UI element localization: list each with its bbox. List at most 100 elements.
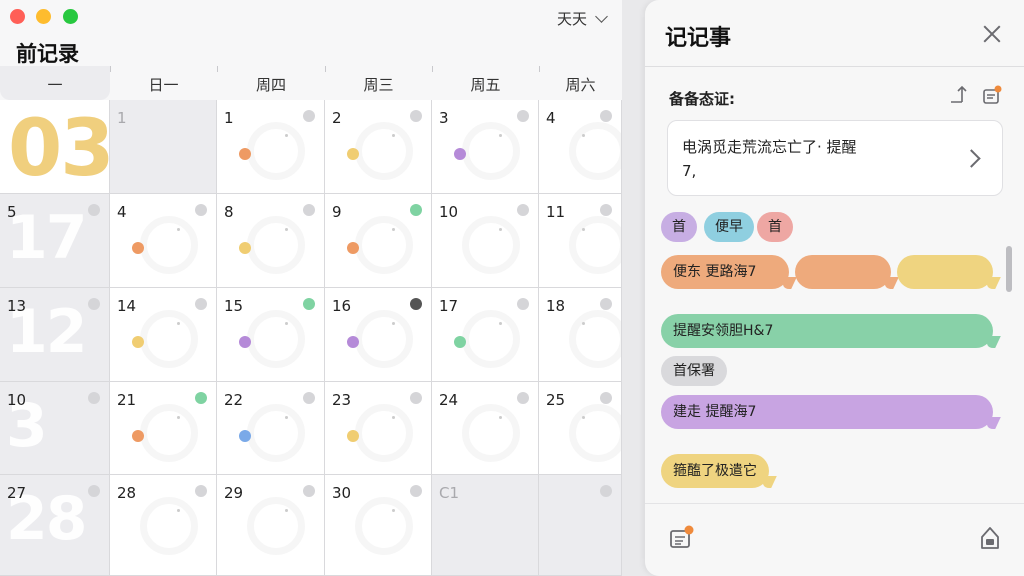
event-dot[interactable] xyxy=(347,430,359,442)
event-dot[interactable] xyxy=(454,336,466,348)
status-indicator[interactable] xyxy=(303,392,315,404)
status-indicator[interactable] xyxy=(600,204,612,216)
event-dot[interactable] xyxy=(239,336,251,348)
status-indicator[interactable] xyxy=(600,110,612,122)
day-cell[interactable]: 12 13 xyxy=(0,288,110,382)
cell-decoration xyxy=(582,134,585,137)
minimize-window-button[interactable] xyxy=(36,9,51,24)
status-indicator[interactable] xyxy=(517,298,529,310)
event-dot[interactable] xyxy=(239,430,251,442)
day-cell[interactable]: 30 xyxy=(325,475,432,576)
status-indicator[interactable] xyxy=(88,298,100,310)
day-cell[interactable]: 17 5 xyxy=(0,194,110,288)
day-cell[interactable]: 3 10 xyxy=(0,382,110,475)
event-dot[interactable] xyxy=(347,336,359,348)
day-cell[interactable]: 25 xyxy=(539,382,622,475)
day-number: 11 xyxy=(546,203,566,221)
status-indicator[interactable] xyxy=(195,298,207,310)
status-indicator[interactable] xyxy=(410,204,422,216)
status-indicator[interactable] xyxy=(195,392,207,404)
day-cell[interactable]: 9 xyxy=(325,194,432,288)
day-cell[interactable]: 4 xyxy=(110,194,217,288)
status-indicator[interactable] xyxy=(303,204,315,216)
view-selector[interactable]: 天天 xyxy=(557,8,608,29)
status-indicator[interactable] xyxy=(195,204,207,216)
event-dot[interactable] xyxy=(132,430,144,442)
status-indicator[interactable] xyxy=(600,298,612,310)
close-window-button[interactable] xyxy=(10,9,25,24)
day-cell[interactable]: 18 xyxy=(539,288,622,382)
day-cell[interactable]: 28 27 xyxy=(0,475,110,576)
day-cell[interactable]: 14 xyxy=(110,288,217,382)
zoom-window-button[interactable] xyxy=(63,9,78,24)
status-indicator[interactable] xyxy=(517,204,529,216)
event-dot[interactable] xyxy=(347,148,359,160)
month-number: 03 xyxy=(8,104,110,194)
lock-icon[interactable] xyxy=(978,525,1002,551)
share-icon[interactable] xyxy=(948,85,968,105)
new-note-icon[interactable] xyxy=(669,525,695,551)
day-cell[interactable]: 11 xyxy=(539,194,622,288)
day-cell[interactable]: 17 xyxy=(432,288,539,382)
day-cell[interactable]: 24 xyxy=(432,382,539,475)
status-indicator[interactable] xyxy=(600,392,612,404)
note-bubble[interactable]: 建走 提醒海7 xyxy=(661,395,993,429)
event-dot[interactable] xyxy=(132,336,144,348)
note-bubble[interactable]: 提醒安领胆H&7 xyxy=(661,314,993,348)
day-cell[interactable]: 22 xyxy=(217,382,325,475)
note-card[interactable]: 电涡觅走荒流忘亡了· 提醒 7, xyxy=(667,120,1003,196)
day-number: 13 xyxy=(7,297,27,315)
status-indicator[interactable] xyxy=(517,392,529,404)
day-cell[interactable]: 23 xyxy=(325,382,432,475)
day-cell[interactable]: 2 xyxy=(325,100,432,194)
cell-decoration xyxy=(177,228,180,231)
status-indicator[interactable] xyxy=(88,392,100,404)
day-cell[interactable]: 16 xyxy=(325,288,432,382)
status-indicator[interactable] xyxy=(410,110,422,122)
cell-decoration xyxy=(140,404,198,462)
status-indicator[interactable] xyxy=(303,485,315,497)
status-indicator[interactable] xyxy=(600,485,612,497)
event-dot[interactable] xyxy=(454,148,466,160)
cell-decoration xyxy=(392,509,395,512)
day-cell[interactable]: 29 xyxy=(217,475,325,576)
status-indicator[interactable] xyxy=(303,298,315,310)
event-dot[interactable] xyxy=(239,148,251,160)
event-dot[interactable] xyxy=(132,242,144,254)
note-bubble[interactable]: 箍醢了极遣它 xyxy=(661,454,769,488)
close-icon[interactable] xyxy=(982,24,1002,44)
note-bubble[interactable] xyxy=(897,255,993,289)
day-number: 29 xyxy=(224,484,244,502)
event-dot[interactable] xyxy=(239,242,251,254)
tag-chip[interactable]: 便早 xyxy=(704,212,754,242)
tag-chip[interactable]: 首 xyxy=(661,212,697,242)
status-indicator[interactable] xyxy=(88,485,100,497)
event-dot[interactable] xyxy=(347,242,359,254)
status-indicator[interactable] xyxy=(410,392,422,404)
day-cell[interactable]: 1 xyxy=(217,100,325,194)
day-cell[interactable]: 03 xyxy=(0,100,110,194)
day-cell[interactable]: 4 xyxy=(539,100,622,194)
cell-decoration xyxy=(285,228,288,231)
status-indicator[interactable] xyxy=(517,110,529,122)
status-indicator[interactable] xyxy=(410,298,422,310)
day-cell[interactable]: 21 xyxy=(110,382,217,475)
day-cell[interactable]: 10 xyxy=(432,194,539,288)
note-bubble[interactable] xyxy=(795,255,891,289)
panel-scrollbar[interactable] xyxy=(1006,246,1012,292)
status-indicator[interactable] xyxy=(88,204,100,216)
status-indicator[interactable] xyxy=(410,485,422,497)
day-cell[interactable]: 28 xyxy=(110,475,217,576)
day-cell[interactable]: 1 xyxy=(110,100,217,194)
day-cell[interactable]: 3 xyxy=(432,100,539,194)
status-indicator[interactable] xyxy=(303,110,315,122)
note-bubble[interactable]: 首保署 xyxy=(661,356,727,386)
day-cell[interactable]: C1 xyxy=(432,475,539,576)
inbox-icon[interactable] xyxy=(982,85,1002,105)
note-bubble[interactable]: 便东 更路海7 xyxy=(661,255,789,289)
tag-chip[interactable]: 首 xyxy=(757,212,793,242)
day-cell[interactable] xyxy=(539,475,622,576)
day-cell[interactable]: 8 xyxy=(217,194,325,288)
day-cell[interactable]: 15 xyxy=(217,288,325,382)
status-indicator[interactable] xyxy=(195,485,207,497)
